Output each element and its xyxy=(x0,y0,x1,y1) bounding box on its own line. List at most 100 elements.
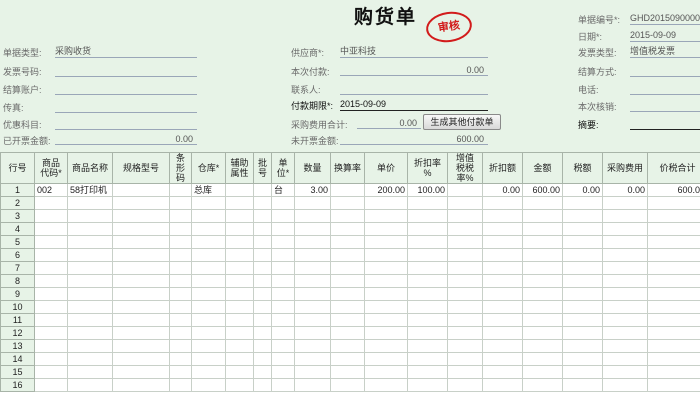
table-cell[interactable] xyxy=(169,365,192,379)
table-cell[interactable] xyxy=(330,274,365,288)
table-cell[interactable] xyxy=(407,326,448,340)
table-cell[interactable] xyxy=(647,352,700,366)
table-cell[interactable] xyxy=(447,222,483,236)
table-cell[interactable] xyxy=(34,313,68,327)
table-cell[interactable] xyxy=(522,300,563,314)
table-cell[interactable] xyxy=(602,365,648,379)
table-cell[interactable] xyxy=(407,222,448,236)
table-cell[interactable] xyxy=(647,196,700,210)
table-cell[interactable] xyxy=(112,248,170,262)
table-row[interactable]: 12 xyxy=(0,326,700,340)
table-cell[interactable] xyxy=(330,235,365,249)
table-cell[interactable] xyxy=(169,235,192,249)
table-cell[interactable] xyxy=(34,365,68,379)
column-header[interactable]: 批号 xyxy=(253,152,272,184)
table-cell[interactable] xyxy=(253,313,272,327)
date-field[interactable]: 2015-09-09 xyxy=(630,29,700,42)
table-cell[interactable] xyxy=(67,378,113,392)
table-cell[interactable] xyxy=(447,378,483,392)
table-cell[interactable] xyxy=(169,183,192,197)
table-cell[interactable] xyxy=(34,222,68,236)
table-cell[interactable] xyxy=(364,300,408,314)
table-cell[interactable] xyxy=(407,209,448,223)
table-row[interactable]: 14 xyxy=(0,352,700,366)
table-cell[interactable] xyxy=(271,209,295,223)
table-cell[interactable] xyxy=(225,274,254,288)
table-row[interactable]: 3 xyxy=(0,209,700,223)
table-cell[interactable] xyxy=(364,287,408,301)
current-writeoff-field[interactable] xyxy=(630,99,700,112)
column-header[interactable]: 价税合计 xyxy=(647,152,700,184)
table-cell[interactable] xyxy=(34,209,68,223)
column-header[interactable]: 商品 代码* xyxy=(34,152,68,184)
table-cell[interactable] xyxy=(225,378,254,392)
table-cell[interactable] xyxy=(191,261,226,275)
table-cell[interactable] xyxy=(191,313,226,327)
table-cell[interactable] xyxy=(34,196,68,210)
table-cell[interactable] xyxy=(253,326,272,340)
table-cell[interactable] xyxy=(562,378,603,392)
table-cell[interactable] xyxy=(112,339,170,353)
table-cell[interactable] xyxy=(67,222,113,236)
table-cell[interactable] xyxy=(330,209,365,223)
table-cell[interactable] xyxy=(364,235,408,249)
table-cell[interactable] xyxy=(447,287,483,301)
table-cell[interactable] xyxy=(330,352,365,366)
table-cell[interactable] xyxy=(253,222,272,236)
table-cell[interactable] xyxy=(602,222,648,236)
table-cell[interactable] xyxy=(191,235,226,249)
table-cell[interactable] xyxy=(364,352,408,366)
table-cell[interactable] xyxy=(253,300,272,314)
table-cell[interactable] xyxy=(225,222,254,236)
column-header[interactable]: 数量 xyxy=(294,152,331,184)
table-cell[interactable] xyxy=(34,352,68,366)
table-cell[interactable] xyxy=(522,248,563,262)
table-cell[interactable] xyxy=(562,339,603,353)
table-cell[interactable] xyxy=(562,248,603,262)
table-cell[interactable] xyxy=(522,209,563,223)
table-cell[interactable] xyxy=(253,209,272,223)
table-cell[interactable] xyxy=(34,248,68,262)
table-cell[interactable] xyxy=(482,339,523,353)
table-cell[interactable] xyxy=(522,352,563,366)
table-cell[interactable] xyxy=(522,378,563,392)
table-cell[interactable] xyxy=(562,287,603,301)
table-cell[interactable] xyxy=(647,300,700,314)
table-cell[interactable] xyxy=(191,365,226,379)
table-cell[interactable] xyxy=(191,196,226,210)
table-cell[interactable] xyxy=(482,352,523,366)
table-cell[interactable] xyxy=(407,339,448,353)
table-cell[interactable] xyxy=(225,183,254,197)
table-row[interactable]: 2 xyxy=(0,196,700,210)
table-cell[interactable] xyxy=(191,274,226,288)
table-row[interactable]: 11 xyxy=(0,313,700,327)
table-cell[interactable] xyxy=(253,339,272,353)
table-cell[interactable] xyxy=(294,339,331,353)
table-cell[interactable] xyxy=(602,261,648,275)
table-cell[interactable]: 100.00 xyxy=(407,183,448,197)
table-cell[interactable] xyxy=(67,209,113,223)
table-cell[interactable] xyxy=(112,235,170,249)
table-cell[interactable] xyxy=(225,248,254,262)
column-header[interactable]: 商品名称 xyxy=(67,152,113,184)
table-cell[interactable] xyxy=(447,209,483,223)
table-cell[interactable] xyxy=(407,248,448,262)
table-cell[interactable] xyxy=(447,261,483,275)
table-cell[interactable] xyxy=(225,352,254,366)
table-cell[interactable] xyxy=(169,274,192,288)
table-cell[interactable] xyxy=(447,248,483,262)
table-cell[interactable] xyxy=(112,261,170,275)
table-cell[interactable] xyxy=(294,352,331,366)
table-cell[interactable] xyxy=(271,261,295,275)
generate-payment-button[interactable]: 生成其他付款单 xyxy=(423,114,501,130)
table-cell[interactable] xyxy=(330,326,365,340)
table-cell[interactable] xyxy=(169,339,192,353)
table-cell[interactable] xyxy=(225,300,254,314)
table-cell[interactable] xyxy=(112,352,170,366)
column-header[interactable]: 单位* xyxy=(271,152,295,184)
table-cell[interactable] xyxy=(294,235,331,249)
table-cell[interactable] xyxy=(67,339,113,353)
discount-subject-field[interactable] xyxy=(55,117,197,130)
table-cell[interactable] xyxy=(602,287,648,301)
table-cell[interactable] xyxy=(407,235,448,249)
